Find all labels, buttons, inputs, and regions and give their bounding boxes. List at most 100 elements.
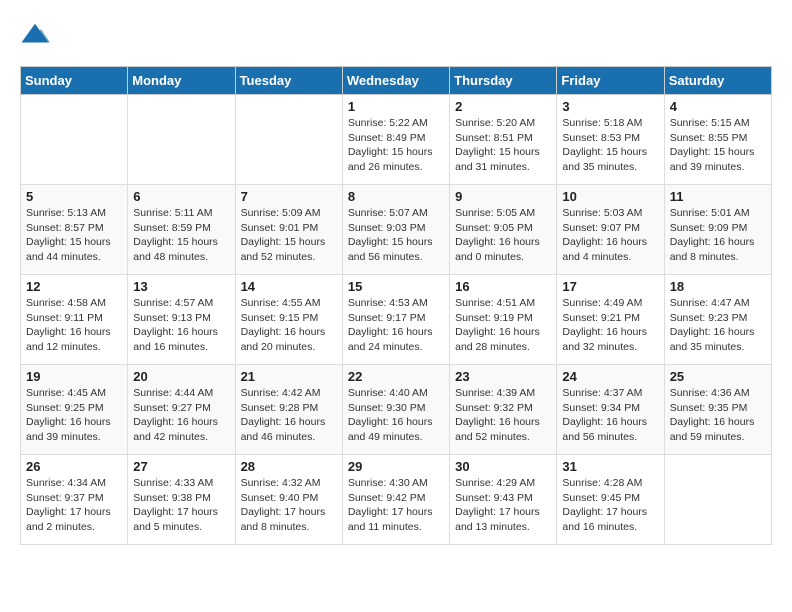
day-info: Sunrise: 4:30 AMSunset: 9:42 PMDaylight:… bbox=[348, 476, 444, 535]
day-info: Sunrise: 5:05 AMSunset: 9:05 PMDaylight:… bbox=[455, 206, 551, 265]
calendar-cell: 3Sunrise: 5:18 AMSunset: 8:53 PMDaylight… bbox=[557, 95, 664, 185]
day-info: Sunrise: 5:03 AMSunset: 9:07 PMDaylight:… bbox=[562, 206, 658, 265]
calendar-table: SundayMondayTuesdayWednesdayThursdayFrid… bbox=[20, 66, 772, 545]
weekday-header-monday: Monday bbox=[128, 67, 235, 95]
calendar-cell: 11Sunrise: 5:01 AMSunset: 9:09 PMDayligh… bbox=[664, 185, 771, 275]
day-info: Sunrise: 5:18 AMSunset: 8:53 PMDaylight:… bbox=[562, 116, 658, 175]
weekday-header-sunday: Sunday bbox=[21, 67, 128, 95]
day-number: 28 bbox=[241, 459, 337, 474]
calendar-cell: 23 Sunrise: 4:39 AMSunset: 9:32 PMDayligh… bbox=[450, 365, 557, 455]
calendar-week-row: 5Sunrise: 5:13 AMSunset: 8:57 PMDaylight… bbox=[21, 185, 772, 275]
day-info: Sunrise: 4:28 AMSunset: 9:45 PMDaylight:… bbox=[562, 476, 658, 535]
calendar-cell: 12 Sunrise: 4:58 AMSunset: 9:11 PMDayligh… bbox=[21, 275, 128, 365]
weekday-header-row: SundayMondayTuesdayWednesdayThursdayFrid… bbox=[21, 67, 772, 95]
day-info: Sunrise: 4:44 AMSunset: 9:27 PMDaylight:… bbox=[133, 386, 229, 445]
calendar-cell: 8 Sunrise: 5:07 AMSunset: 9:03 PMDaylight… bbox=[342, 185, 449, 275]
calendar-cell bbox=[664, 455, 771, 545]
day-info: Sunrise: 4:57 AMSunset: 9:13 PMDaylight:… bbox=[133, 296, 229, 355]
weekday-header-saturday: Saturday bbox=[664, 67, 771, 95]
day-number: 19 bbox=[26, 369, 122, 384]
day-number: 23 bbox=[455, 369, 551, 384]
day-info: Sunrise: 4:32 AMSunset: 9:40 PMDaylight:… bbox=[241, 476, 337, 535]
calendar-cell: 19 Sunrise: 4:45 AMSunset: 9:25 PMDayligh… bbox=[21, 365, 128, 455]
day-number: 4 bbox=[670, 99, 766, 114]
day-number: 12 bbox=[26, 279, 122, 294]
calendar-cell: 10 Sunrise: 5:03 AMSunset: 9:07 PMDayligh… bbox=[557, 185, 664, 275]
day-info: Sunrise: 4:34 AMSunset: 9:37 PMDaylight:… bbox=[26, 476, 122, 535]
day-number: 6 bbox=[133, 189, 229, 204]
weekday-header-tuesday: Tuesday bbox=[235, 67, 342, 95]
day-number: 16 bbox=[455, 279, 551, 294]
day-info: Sunrise: 4:36 AMSunset: 9:35 PMDaylight:… bbox=[670, 386, 766, 445]
day-info: Sunrise: 5:22 AMSunset: 8:49 PMDaylight:… bbox=[348, 116, 444, 175]
calendar-week-row: 19 Sunrise: 4:45 AMSunset: 9:25 PMDayligh… bbox=[21, 365, 772, 455]
day-number: 31 bbox=[562, 459, 658, 474]
day-number: 20 bbox=[133, 369, 229, 384]
day-number: 7 bbox=[241, 189, 337, 204]
day-number: 13 bbox=[133, 279, 229, 294]
day-info: Sunrise: 5:07 AMSunset: 9:03 PMDaylight:… bbox=[348, 206, 444, 265]
day-info: Sunrise: 4:37 AMSunset: 9:34 PMDaylight:… bbox=[562, 386, 658, 445]
calendar-cell: 2Sunrise: 5:20 AMSunset: 8:51 PMDaylight… bbox=[450, 95, 557, 185]
day-info: Sunrise: 5:13 AMSunset: 8:57 PMDaylight:… bbox=[26, 206, 122, 265]
day-info: Sunrise: 4:29 AMSunset: 9:43 PMDaylight:… bbox=[455, 476, 551, 535]
calendar-cell: 27 Sunrise: 4:33 AMSunset: 9:38 PMDayligh… bbox=[128, 455, 235, 545]
calendar-cell: 6 Sunrise: 5:11 AMSunset: 8:59 PMDaylight… bbox=[128, 185, 235, 275]
day-info: Sunrise: 4:58 AMSunset: 9:11 PMDaylight:… bbox=[26, 296, 122, 355]
day-number: 8 bbox=[348, 189, 444, 204]
calendar-cell: 29 Sunrise: 4:30 AMSunset: 9:42 PMDayligh… bbox=[342, 455, 449, 545]
day-number: 27 bbox=[133, 459, 229, 474]
calendar-week-row: 12 Sunrise: 4:58 AMSunset: 9:11 PMDayligh… bbox=[21, 275, 772, 365]
day-number: 9 bbox=[455, 189, 551, 204]
weekday-header-wednesday: Wednesday bbox=[342, 67, 449, 95]
calendar-cell: 28 Sunrise: 4:32 AMSunset: 9:40 PMDayligh… bbox=[235, 455, 342, 545]
calendar-cell: 13 Sunrise: 4:57 AMSunset: 9:13 PMDayligh… bbox=[128, 275, 235, 365]
day-number: 1 bbox=[348, 99, 444, 114]
calendar-cell: 7 Sunrise: 5:09 AMSunset: 9:01 PMDaylight… bbox=[235, 185, 342, 275]
day-number: 30 bbox=[455, 459, 551, 474]
day-number: 18 bbox=[670, 279, 766, 294]
calendar-cell: 20 Sunrise: 4:44 AMSunset: 9:27 PMDayligh… bbox=[128, 365, 235, 455]
calendar-cell: 1 Sunrise: 5:22 AMSunset: 8:49 PMDaylight… bbox=[342, 95, 449, 185]
day-info: Sunrise: 5:09 AMSunset: 9:01 PMDaylight:… bbox=[241, 206, 337, 265]
calendar-cell: 30 Sunrise: 4:29 AMSunset: 9:43 PMDayligh… bbox=[450, 455, 557, 545]
calendar-cell: 14Sunrise: 4:55 AMSunset: 9:15 PMDayligh… bbox=[235, 275, 342, 365]
day-info: Sunrise: 5:01 AMSunset: 9:09 PMDaylight:… bbox=[670, 206, 766, 265]
calendar-cell bbox=[235, 95, 342, 185]
day-info: Sunrise: 4:42 AMSunset: 9:28 PMDaylight:… bbox=[241, 386, 337, 445]
day-info: Sunrise: 4:55 AMSunset: 9:15 PMDaylight:… bbox=[241, 296, 337, 355]
day-number: 10 bbox=[562, 189, 658, 204]
calendar-cell: 17Sunrise: 4:49 AMSunset: 9:21 PMDayligh… bbox=[557, 275, 664, 365]
calendar-cell: 15Sunrise: 4:53 AMSunset: 9:17 PMDayligh… bbox=[342, 275, 449, 365]
day-number: 15 bbox=[348, 279, 444, 294]
calendar-cell: 22 Sunrise: 4:40 AMSunset: 9:30 PMDayligh… bbox=[342, 365, 449, 455]
day-number: 21 bbox=[241, 369, 337, 384]
calendar-cell: 18 Sunrise: 4:47 AMSunset: 9:23 PMDayligh… bbox=[664, 275, 771, 365]
day-info: Sunrise: 4:47 AMSunset: 9:23 PMDaylight:… bbox=[670, 296, 766, 355]
day-number: 22 bbox=[348, 369, 444, 384]
calendar-cell bbox=[128, 95, 235, 185]
day-number: 25 bbox=[670, 369, 766, 384]
calendar-week-row: 1 Sunrise: 5:22 AMSunset: 8:49 PMDaylight… bbox=[21, 95, 772, 185]
day-info: Sunrise: 4:51 AMSunset: 9:19 PMDaylight:… bbox=[455, 296, 551, 355]
day-info: Sunrise: 4:39 AMSunset: 9:32 PMDaylight:… bbox=[455, 386, 551, 445]
day-number: 17 bbox=[562, 279, 658, 294]
calendar-cell: 16 Sunrise: 4:51 AMSunset: 9:19 PMDayligh… bbox=[450, 275, 557, 365]
logo bbox=[20, 20, 54, 50]
weekday-header-thursday: Thursday bbox=[450, 67, 557, 95]
calendar-cell bbox=[21, 95, 128, 185]
day-number: 2 bbox=[455, 99, 551, 114]
day-info: Sunrise: 4:33 AMSunset: 9:38 PMDaylight:… bbox=[133, 476, 229, 535]
day-number: 24 bbox=[562, 369, 658, 384]
calendar-cell: 26Sunrise: 4:34 AMSunset: 9:37 PMDayligh… bbox=[21, 455, 128, 545]
logo-icon bbox=[20, 20, 50, 50]
day-info: Sunrise: 5:11 AMSunset: 8:59 PMDaylight:… bbox=[133, 206, 229, 265]
page-header bbox=[20, 20, 772, 50]
calendar-cell: 9 Sunrise: 5:05 AMSunset: 9:05 PMDaylight… bbox=[450, 185, 557, 275]
day-info: Sunrise: 4:45 AMSunset: 9:25 PMDaylight:… bbox=[26, 386, 122, 445]
calendar-cell: 21 Sunrise: 4:42 AMSunset: 9:28 PMDayligh… bbox=[235, 365, 342, 455]
calendar-week-row: 26Sunrise: 4:34 AMSunset: 9:37 PMDayligh… bbox=[21, 455, 772, 545]
day-number: 29 bbox=[348, 459, 444, 474]
day-info: Sunrise: 4:40 AMSunset: 9:30 PMDaylight:… bbox=[348, 386, 444, 445]
calendar-cell: 5Sunrise: 5:13 AMSunset: 8:57 PMDaylight… bbox=[21, 185, 128, 275]
